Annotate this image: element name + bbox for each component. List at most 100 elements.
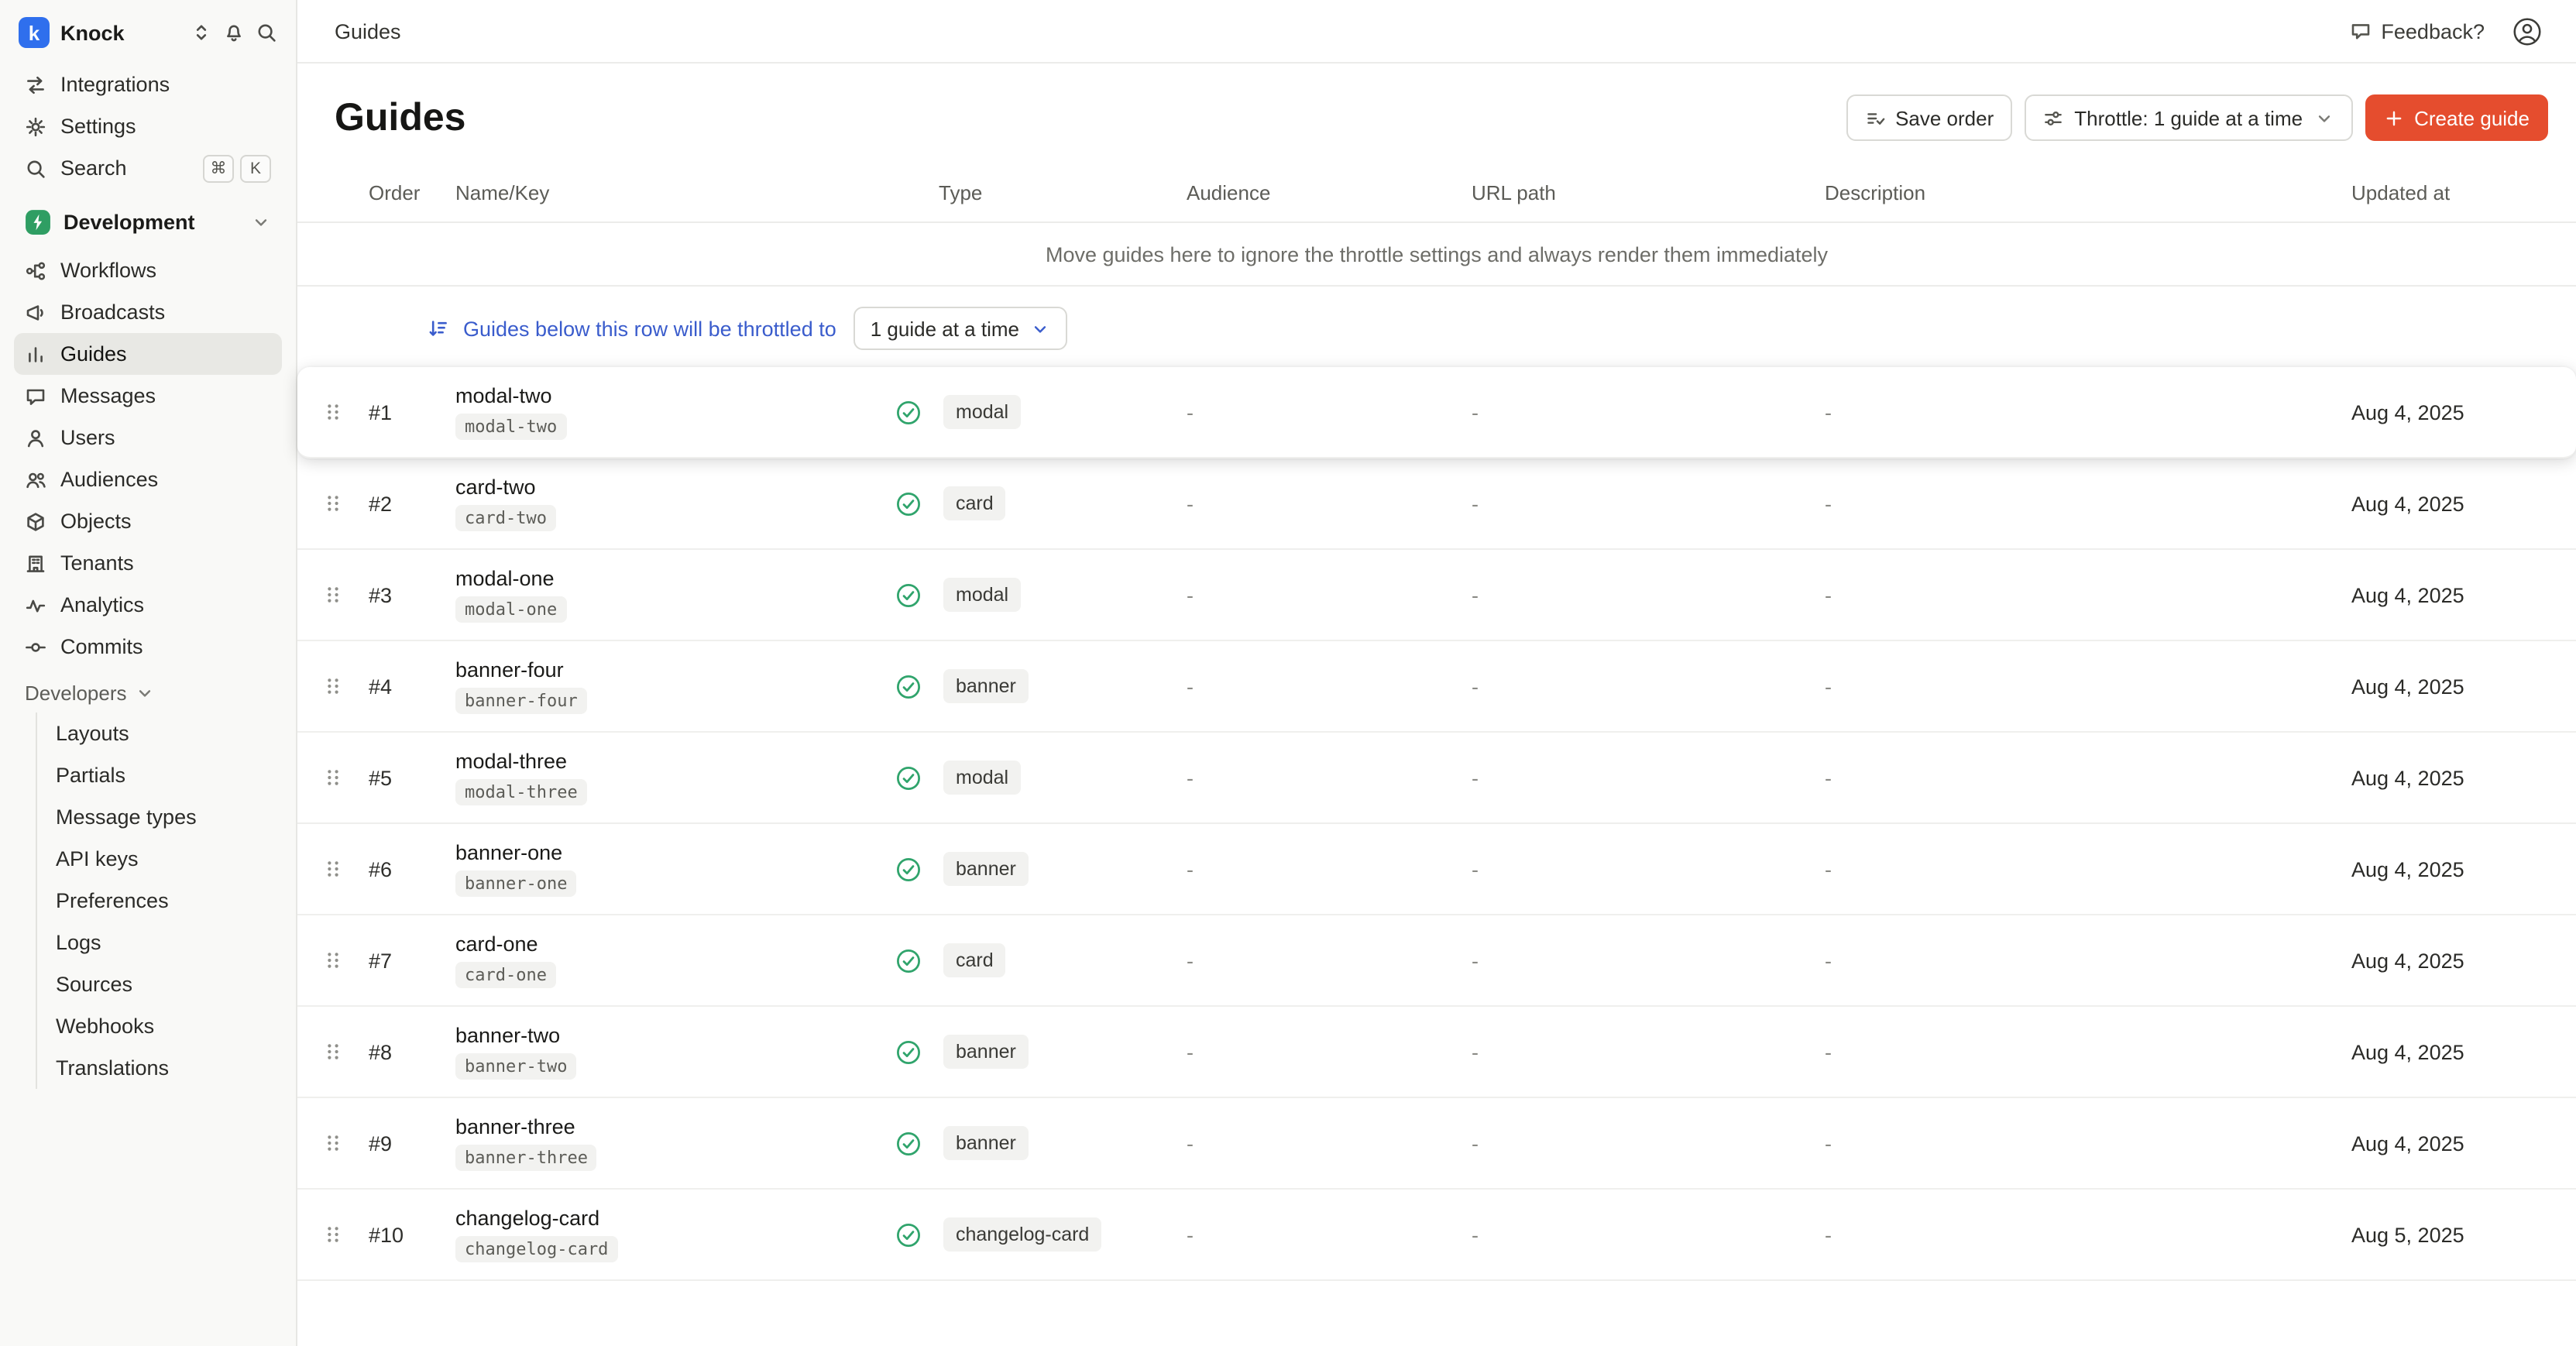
guide-row[interactable]: #8 banner-two banner-two banner - - - Au… [297, 1007, 2576, 1098]
guide-name-key: card-two card-two [455, 476, 895, 531]
environment-icon [25, 209, 51, 235]
guide-type-badge: modal [943, 578, 1021, 612]
sidebar-item-label: Commits [60, 635, 143, 658]
drag-handle-icon[interactable] [322, 401, 344, 423]
guide-type-cell: banner [895, 669, 1187, 703]
guide-order: #6 [369, 857, 455, 881]
sidebar-item-integrations[interactable]: Integrations [14, 64, 282, 105]
guide-description: - [1825, 857, 2351, 881]
sidebar: k Knock Integrations SettingsSearch⌘K Dev… [0, 0, 297, 1346]
status-active-check-icon [895, 673, 922, 699]
sidebar-item-partials[interactable]: Partials [37, 754, 282, 796]
topbar-search-icon[interactable] [256, 22, 277, 43]
sidebar-item-users[interactable]: Users [14, 417, 282, 458]
sidebar-item-layouts[interactable]: Layouts [37, 712, 282, 754]
status-active-check-icon [895, 1130, 922, 1156]
drag-handle-icon[interactable] [322, 1132, 344, 1154]
feedback-button[interactable]: Feedback? [2350, 19, 2485, 43]
sidebar-item-broadcasts[interactable]: Broadcasts [14, 291, 282, 333]
guide-name: banner-four [455, 658, 895, 682]
guides-icon [25, 343, 46, 365]
guide-audience: - [1187, 492, 1472, 515]
sidebar-item-commits[interactable]: Commits [14, 626, 282, 668]
ignore-throttle-dropzone[interactable]: Move guides here to ignore the throttle … [297, 223, 2576, 287]
sidebar-item-api-keys[interactable]: API keys [37, 838, 282, 880]
guide-type-cell: modal [895, 395, 1187, 429]
guide-type-cell: banner [895, 1035, 1187, 1069]
guide-row[interactable]: #4 banner-four banner-four banner - - - … [297, 641, 2576, 733]
sidebar-item-audiences[interactable]: Audiences [14, 458, 282, 500]
environment-switcher[interactable]: Development [14, 200, 282, 245]
workspace-header: k Knock [14, 14, 282, 64]
guide-description: - [1825, 583, 2351, 606]
sidebar-item-label: Tenants [60, 551, 134, 575]
guide-order: #8 [369, 1040, 455, 1063]
sidebar-item-message-types[interactable]: Message types [37, 796, 282, 838]
drag-handle-icon[interactable] [322, 767, 344, 788]
guide-type-badge: modal [943, 395, 1021, 429]
sidebar-item-search[interactable]: Search⌘K [14, 147, 282, 189]
drag-handle-icon[interactable] [322, 493, 344, 514]
guide-name: card-two [455, 476, 895, 499]
save-order-icon [1864, 108, 1884, 128]
guide-key: banner-three [455, 1145, 597, 1171]
drag-handle-icon[interactable] [322, 858, 344, 880]
guide-row[interactable]: #10 changelog-card changelog-card change… [297, 1190, 2576, 1281]
guide-type-badge: modal [943, 761, 1021, 795]
search-icon [25, 157, 46, 179]
drag-handle-icon[interactable] [322, 949, 344, 971]
guide-row[interactable]: #9 banner-three banner-three banner - - … [297, 1098, 2576, 1190]
sidebar-item-webhooks[interactable]: Webhooks [37, 1005, 282, 1047]
sidebar-item-settings[interactable]: Settings [14, 105, 282, 147]
guide-row[interactable]: #7 card-one card-one card - - - Aug 4, 2… [297, 915, 2576, 1007]
sidebar-item-analytics[interactable]: Analytics [14, 584, 282, 626]
guide-name-key: modal-two modal-two [455, 384, 895, 440]
guide-row[interactable]: #3 modal-one modal-one modal - - - Aug 4… [297, 550, 2576, 641]
create-guide-button[interactable]: Create guide [2365, 94, 2548, 141]
guide-description: - [1825, 949, 2351, 972]
user-avatar[interactable] [2512, 16, 2542, 46]
developers-section-toggle[interactable]: Developers [14, 668, 282, 712]
sidebar-item-messages[interactable]: Messages [14, 375, 282, 417]
guide-audience: - [1187, 400, 1472, 424]
sidebar-item-label: Sources [56, 973, 132, 996]
status-active-check-icon [895, 490, 922, 517]
objects-icon [25, 510, 46, 532]
guide-row[interactable]: #5 modal-three modal-three modal - - - A… [297, 733, 2576, 824]
sidebar-item-tenants[interactable]: Tenants [14, 542, 282, 584]
sidebar-item-guides[interactable]: Guides [14, 333, 282, 375]
guide-description: - [1825, 400, 2351, 424]
drag-handle-icon[interactable] [322, 1224, 344, 1245]
guide-name: modal-three [455, 750, 895, 773]
sidebar-item-preferences[interactable]: Preferences [37, 880, 282, 922]
sidebar-item-label: Integrations [60, 73, 170, 96]
guide-row[interactable]: #6 banner-one banner-one banner - - - Au… [297, 824, 2576, 915]
throttle-dropdown[interactable]: Throttle: 1 guide at a time [2025, 94, 2352, 141]
drag-handle-icon[interactable] [322, 584, 344, 606]
drag-handle-icon[interactable] [322, 1041, 344, 1063]
save-order-button[interactable]: Save order [1846, 94, 2012, 141]
workspace-switcher-icon[interactable] [191, 22, 212, 43]
sidebar-item-translations[interactable]: Translations [37, 1047, 282, 1089]
guide-row[interactable]: #1 modal-two modal-two modal - - - Aug 4… [297, 367, 2576, 458]
guide-description: - [1825, 492, 2351, 515]
guide-order: #3 [369, 583, 455, 606]
guide-row[interactable]: #2 card-two card-two card - - - Aug 4, 2… [297, 458, 2576, 550]
sidebar-item-logs[interactable]: Logs [37, 922, 282, 963]
sidebar-item-workflows[interactable]: Workflows [14, 249, 282, 291]
drag-handle-icon[interactable] [322, 675, 344, 697]
sidebar-item-objects[interactable]: Objects [14, 500, 282, 542]
guide-name-key: modal-one modal-one [455, 567, 895, 623]
workspace-name: Knock [60, 21, 125, 44]
guide-key: banner-four [455, 688, 587, 714]
throttle-amount-dropdown[interactable]: 1 guide at a time [854, 307, 1067, 350]
notifications-bell-icon[interactable] [223, 22, 245, 43]
throttle-divider-label[interactable]: Guides below this row will be throttled … [463, 317, 836, 340]
sidebar-item-label: API keys [56, 847, 139, 870]
sidebar-item-label: Guides [60, 342, 127, 366]
sidebar-item-sources[interactable]: Sources [37, 963, 282, 1005]
app-root: k Knock Integrations SettingsSearch⌘K Dev… [0, 0, 2576, 1346]
guide-name: banner-one [455, 841, 895, 864]
guide-name-key: card-one card-one [455, 932, 895, 988]
guide-type-cell: banner [895, 852, 1187, 886]
